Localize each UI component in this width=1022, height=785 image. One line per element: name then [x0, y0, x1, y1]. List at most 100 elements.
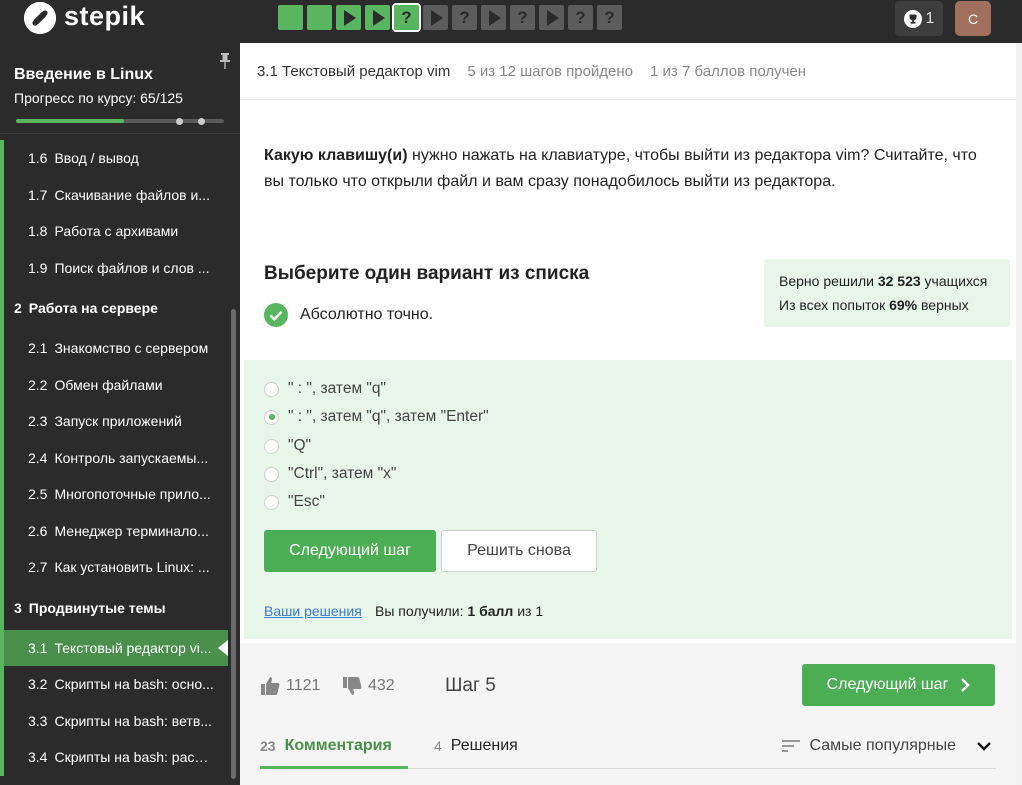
answer-option-label: "Q" — [288, 437, 312, 454]
sidebar-divider — [0, 133, 240, 134]
sidebar-item-2-1[interactable]: 2.1 Знакомство с сервером — [0, 330, 228, 367]
stepik-logo[interactable]: stepik — [24, 1, 146, 34]
sidebar-item-label: Скрипты на bash: ветв... — [54, 712, 212, 729]
step-11-button[interactable]: ? — [568, 5, 593, 30]
page-scrollbar[interactable] — [1016, 43, 1022, 785]
play-icon — [430, 9, 443, 26]
answer-panel: " : ", затем "q" " : ", затем "q", затем … — [244, 360, 1012, 639]
sidebar-item-2-3[interactable]: 2.3 Запуск приложений — [0, 403, 228, 440]
sidebar-item-2-4[interactable]: 2.4 Контроль запускаемы... — [0, 439, 228, 477]
step-12-button[interactable]: ? — [597, 5, 622, 30]
tab-comments[interactable]: 23 Комментария — [260, 737, 392, 755]
sidebar-item-label: Ввод / вывод — [54, 150, 139, 167]
sidebar-item-label: Поиск файлов и слов ... — [54, 259, 210, 276]
brand-name: stepik — [64, 1, 146, 31]
stats-attempts-suffix: верных — [917, 297, 969, 313]
chevron-right-icon — [961, 678, 971, 692]
sidebar-scrollbar[interactable] — [231, 309, 236, 779]
achievements-button[interactable]: 1 — [895, 1, 943, 36]
sidebar-item-number: 3.3 — [28, 712, 48, 729]
radio-button[interactable] — [264, 466, 279, 482]
radio-button[interactable] — [264, 381, 279, 397]
sidebar-item-3-3[interactable]: 3.3 Скрипты на bash: ветв... — [0, 702, 228, 740]
step-4-button[interactable] — [365, 5, 390, 30]
quiz-icon: ? — [517, 7, 528, 27]
progress-marker — [198, 117, 205, 125]
answer-option[interactable]: " : ", затем "q", затем "Enter" — [264, 408, 489, 426]
course-title[interactable]: Введение в Linux — [14, 66, 153, 84]
like-button[interactable]: 1121 — [260, 676, 320, 696]
answer-option[interactable]: " : ", затем "q" — [264, 380, 386, 398]
dislike-button[interactable]: 432 — [342, 676, 395, 696]
sidebar-item-2-2[interactable]: 2.2 Обмен файлами — [0, 366, 228, 404]
sidebar-item-2-5[interactable]: 2.5 Многопоточные прило... — [0, 476, 228, 513]
course-sidebar: Введение в Linux Прогресс по курсу: 65/1… — [0, 43, 240, 785]
stepik-logo-icon — [24, 2, 56, 34]
sidebar-item-label: Знакомство с сервером — [54, 340, 209, 357]
tab-solutions[interactable]: 4 Решения — [434, 737, 518, 755]
sidebar-item-1-9[interactable]: 1.9 Поиск файлов и слов ... — [0, 249, 228, 287]
sidebar-item-1-7[interactable]: 1.7 Скачивание файлов и... — [0, 176, 228, 214]
stats-solved: Верно решили 32 523 учащихся — [779, 269, 995, 293]
sidebar-item-number: 3.4 — [28, 749, 48, 766]
sidebar-section-3[interactable]: 3 Продвинутые темы — [0, 585, 228, 630]
next-step-button[interactable]: Следующий шаг — [264, 530, 436, 572]
step-8-button[interactable] — [481, 5, 506, 30]
sidebar-item-3-4[interactable]: 3.4 Скрипты на bash: расш... — [0, 739, 228, 776]
lesson-header: 3.1 Текстовый редактор vim 5 из 12 шагов… — [240, 43, 1016, 100]
sort-label: Самые популярные — [809, 737, 956, 754]
step-1-button[interactable] — [278, 5, 303, 30]
lesson-title: 3.1 Текстовый редактор vim — [257, 62, 451, 80]
user-avatar[interactable]: С — [955, 1, 991, 36]
radio-button[interactable] — [264, 438, 279, 454]
your-solutions-link[interactable]: Ваши решения — [264, 603, 362, 619]
sidebar-section-2[interactable]: 2 Работа на сервере — [0, 286, 228, 330]
retry-button[interactable]: Решить снова — [441, 530, 597, 572]
step-7-button[interactable]: ? — [452, 5, 477, 30]
sidebar-item-3-1[interactable]: 3.1 Текстовый редактор vi... — [0, 629, 228, 666]
step-2-button[interactable] — [307, 5, 332, 30]
course-progress-fill — [16, 119, 125, 123]
sidebar-item-number: 2.1 — [28, 340, 48, 357]
question-emphasis: Какую клавишу(и) — [264, 147, 408, 164]
sidebar-item-1-8[interactable]: 1.8 Работа с архивами — [0, 213, 228, 250]
sidebar-item-label: Как установить Linux: ... — [54, 559, 210, 576]
answer-option[interactable]: "Ctrl", затем "x" — [264, 465, 396, 483]
sidebar-item-number: 2.7 — [28, 559, 48, 576]
sort-dropdown[interactable]: Самые популярные — [781, 737, 992, 755]
radio-selected[interactable] — [264, 409, 279, 425]
sidebar-item-label: Скрипты на bash: расш... — [54, 749, 215, 766]
thumbs-down-icon — [343, 677, 362, 695]
sidebar-item-number: 2.5 — [28, 486, 48, 503]
sidebar-item-number: 2.4 — [28, 449, 48, 466]
steps-passed: 5 из 12 шагов пройдено — [467, 62, 634, 80]
sidebar-item-3-2[interactable]: 3.2 Скрипты на bash: осно... — [0, 666, 228, 703]
active-tab-indicator — [260, 766, 408, 769]
step-10-button[interactable] — [539, 5, 564, 30]
step-6-button[interactable] — [423, 5, 448, 30]
radio-button[interactable] — [264, 494, 279, 510]
play-icon — [546, 9, 559, 26]
step-5-button[interactable]: ? — [392, 3, 421, 32]
sidebar-item-number: 1.9 — [28, 259, 48, 276]
answer-option[interactable]: "Q" — [264, 437, 311, 455]
progress-marker — [176, 117, 183, 125]
sidebar-item-2-6[interactable]: 2.6 Менеджер терминало... — [0, 512, 228, 550]
solve-stats: Верно решили 32 523 учащихся Из всех поп… — [764, 259, 1010, 327]
answer-option[interactable]: "Esc" — [264, 493, 325, 511]
sidebar-item-number: 3 — [14, 599, 22, 616]
answer-option-label: " : ", затем "q", затем "Enter" — [288, 408, 489, 425]
sidebar-item-2-7[interactable]: 2.7 Как установить Linux: ... — [0, 549, 228, 586]
pin-icon[interactable] — [219, 53, 231, 69]
footer-next-step-button[interactable]: Следующий шаг — [802, 664, 995, 706]
sidebar-item-1-6[interactable]: 1.6 Ввод / вывод — [0, 140, 228, 177]
check-icon — [264, 303, 288, 327]
quiz-icon: ? — [575, 7, 586, 27]
step-3-button[interactable] — [336, 5, 361, 30]
step-9-button[interactable]: ? — [510, 5, 535, 30]
score-line: Вы получили: 1 балл из 1 — [375, 603, 543, 619]
quiz-icon: ? — [604, 7, 615, 27]
sidebar-item-label: Запуск приложений — [54, 413, 182, 430]
sidebar-item-number: 2.6 — [28, 522, 48, 539]
thumbs-up-icon — [261, 677, 280, 695]
